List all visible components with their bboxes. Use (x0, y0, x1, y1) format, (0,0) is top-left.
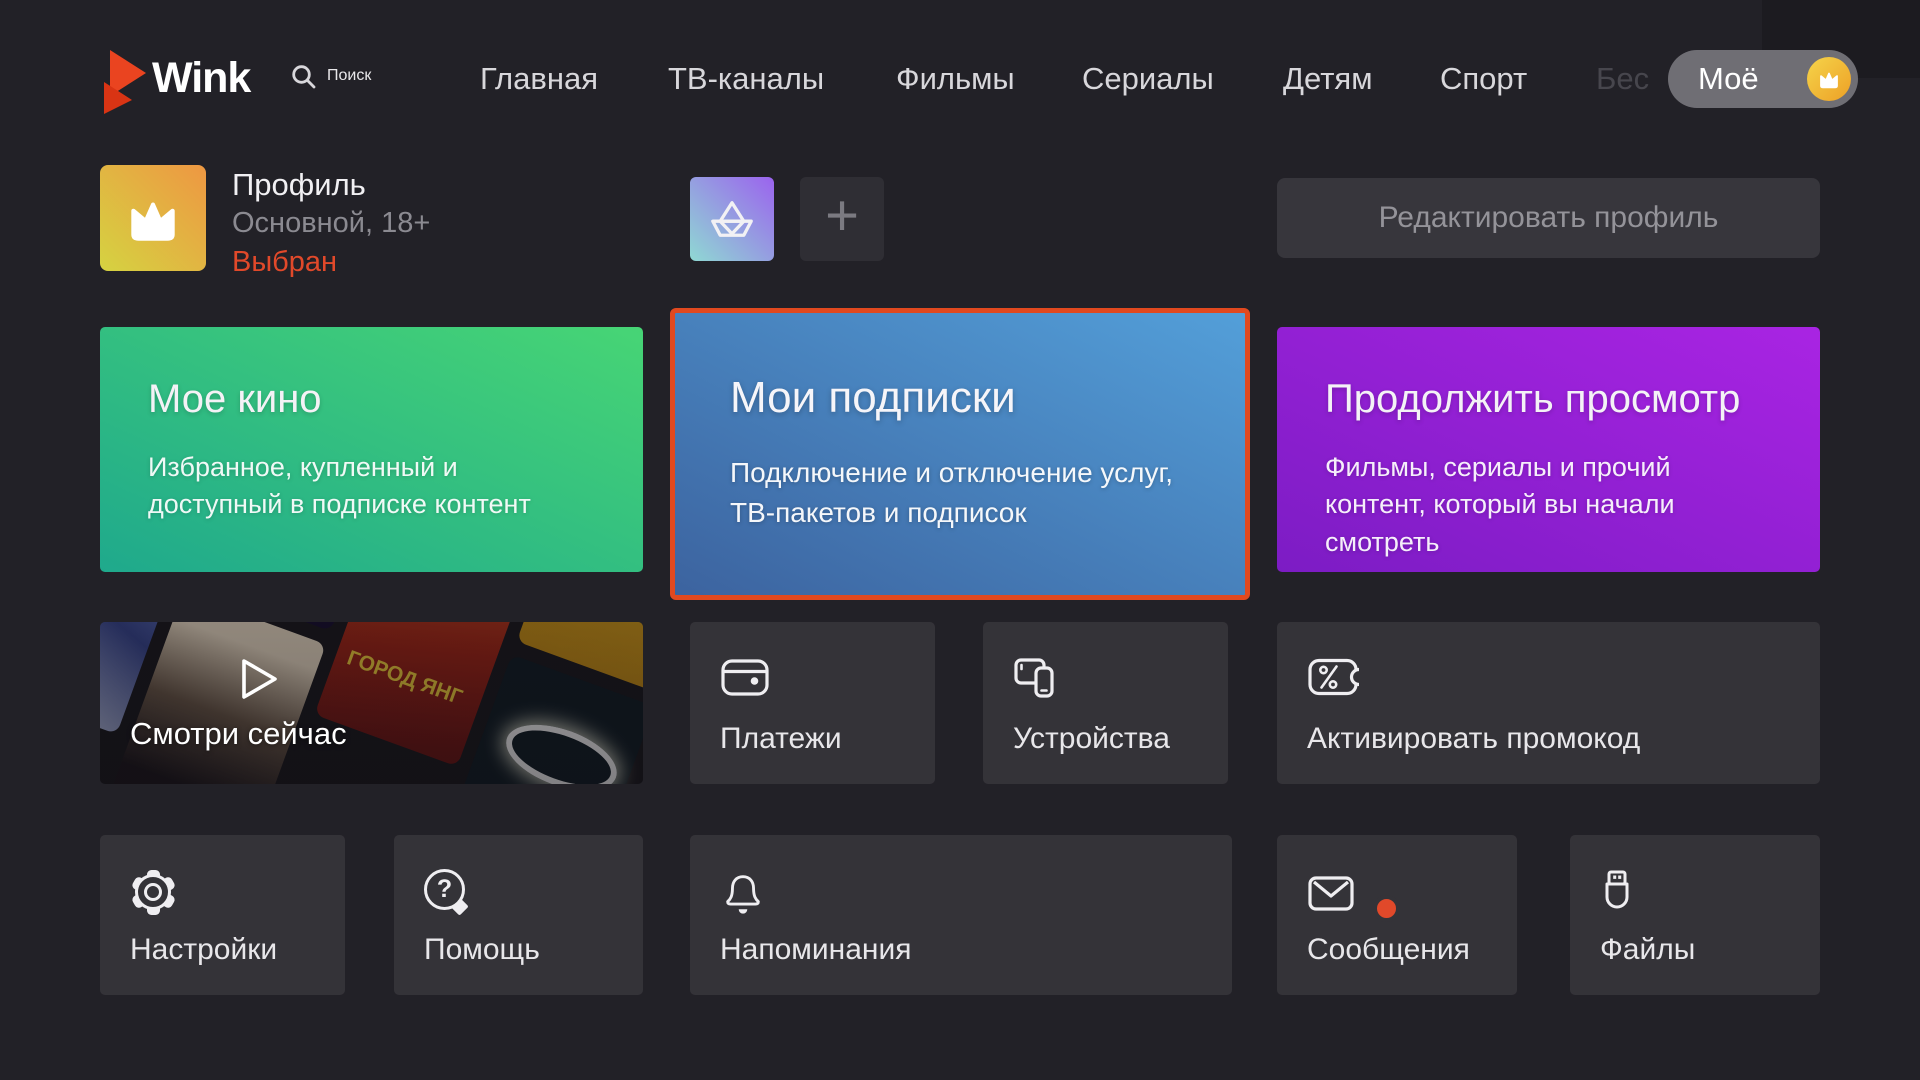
tile-messages[interactable]: Сообщения (1277, 835, 1517, 995)
nav-search-label: Поиск (327, 67, 371, 85)
tile-help[interactable]: ? Помощь (394, 835, 643, 995)
mail-icon (1307, 869, 1367, 917)
tile-label: Устройства (1013, 722, 1170, 756)
ticket-percent-icon (1307, 656, 1359, 698)
tile-settings[interactable]: Настройки (100, 835, 345, 995)
profile-subtitle: Основной, 18+ (232, 207, 430, 240)
card-subtitle: Подключение и отключение услуг, ТВ-пакет… (730, 453, 1195, 533)
nav-item-series[interactable]: Сериалы (1082, 61, 1214, 97)
watch-now-label: Смотри сейчас (130, 716, 347, 752)
tile-activate-promocode[interactable]: Активировать промокод (1277, 622, 1820, 784)
profile-status-selected: Выбран (232, 246, 337, 279)
search-icon (290, 63, 317, 90)
secondary-profile-avatar[interactable] (690, 177, 774, 261)
nav-pill-my[interactable]: Моё (1668, 50, 1858, 108)
tile-label: Напоминания (720, 933, 911, 967)
wink-profile-screen: Wink Поиск Главная ТВ-каналы Фильмы Сери… (0, 0, 1920, 1080)
bell-icon (720, 869, 766, 917)
question-glyph: ? (437, 875, 452, 904)
nav-item-movies[interactable]: Фильмы (896, 61, 1015, 97)
card-subtitle: Избранное, купленный и доступный в подпи… (148, 449, 595, 524)
card-continue-watching[interactable]: Продолжить просмотр Фильмы, сериалы и пр… (1277, 327, 1820, 572)
card-title: Продолжить просмотр (1325, 377, 1820, 422)
nav-item-sport[interactable]: Спорт (1440, 61, 1527, 97)
usb-drive-icon (1600, 869, 1634, 915)
wink-logo-icon[interactable] (100, 48, 152, 116)
card-title: Мои подписки (730, 373, 1245, 423)
card-my-movies[interactable]: Мое кино Избранное, купленный и доступны… (100, 327, 643, 572)
tile-payments[interactable]: Платежи (690, 622, 935, 784)
tile-label: Настройки (130, 933, 277, 967)
nav-item-truncated[interactable]: Бес (1596, 61, 1649, 97)
play-icon (237, 655, 281, 703)
tile-watch-now[interactable]: ГОРОД ЯНГ РЭЙ ДОНОВАН РАЗО Смотри сейчас (100, 622, 643, 784)
unread-badge (1373, 895, 1400, 922)
tile-label: Сообщения (1307, 933, 1470, 967)
profile-title: Профиль (232, 167, 366, 203)
paper-boat-icon (701, 188, 763, 250)
card-subtitle: Фильмы, сериалы и прочий контент, которы… (1325, 449, 1772, 561)
tile-label: Файлы (1600, 933, 1695, 967)
crown-icon (122, 191, 184, 245)
nav-item-search[interactable]: Поиск (290, 61, 371, 90)
nav-item-kids[interactable]: Детям (1283, 61, 1373, 97)
card-title: Мое кино (148, 377, 643, 422)
tile-reminders[interactable]: Напоминания (690, 835, 1232, 995)
card-my-subscriptions-selected[interactable]: Мои подписки Подключение и отключение ус… (670, 308, 1250, 600)
crown-icon (1816, 68, 1842, 90)
wallet-icon (720, 656, 770, 700)
gear-icon (130, 869, 176, 915)
edit-profile-label: Редактировать профиль (1379, 201, 1719, 235)
premium-crown-badge (1807, 57, 1851, 101)
nav-item-tv-channels[interactable]: ТВ-каналы (668, 61, 824, 97)
devices-icon (1013, 656, 1059, 700)
tile-label: Помощь (424, 933, 540, 967)
plus-icon: + (825, 187, 859, 245)
nav-pill-my-label: Моё (1698, 61, 1759, 97)
profile-avatar[interactable] (100, 165, 206, 271)
wink-logo-text[interactable]: Wink (152, 54, 250, 103)
add-profile-button[interactable]: + (800, 177, 884, 261)
edit-profile-button[interactable]: Редактировать профиль (1277, 178, 1820, 258)
help-icon: ? (424, 869, 470, 915)
tile-devices[interactable]: Устройства (983, 622, 1228, 784)
tile-label: Платежи (720, 722, 842, 756)
tile-files[interactable]: Файлы (1570, 835, 1820, 995)
tile-label: Активировать промокод (1307, 722, 1640, 756)
dark-overlay (100, 622, 643, 784)
nav-item-home[interactable]: Главная (480, 61, 598, 97)
